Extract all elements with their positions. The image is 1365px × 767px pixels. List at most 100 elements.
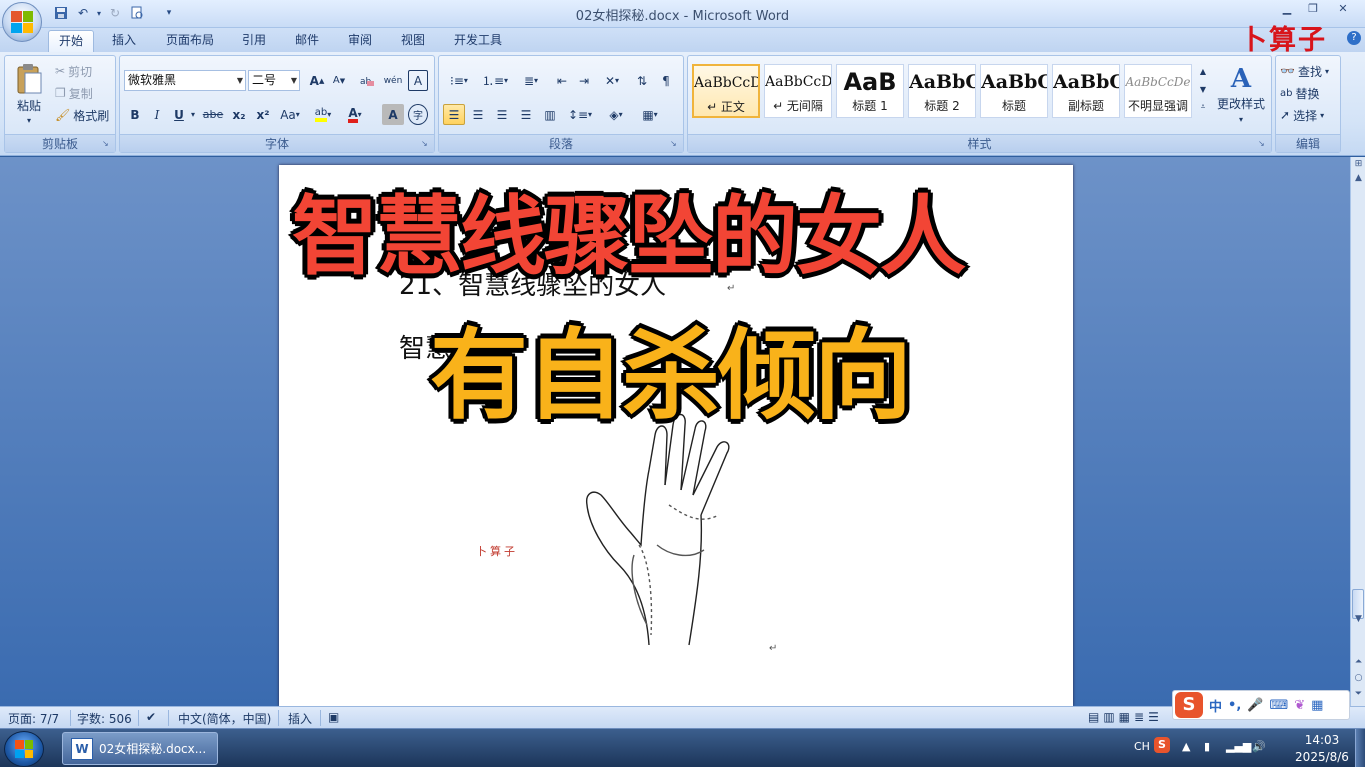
replace-button[interactable]: ab 替换	[1280, 82, 1320, 104]
font-color-button[interactable]: A ▾	[342, 104, 368, 125]
distributed-button[interactable]: ▥	[539, 104, 561, 125]
office-button[interactable]	[2, 2, 42, 42]
help-icon[interactable]: ?	[1347, 31, 1361, 45]
restore-icon[interactable]: ❐	[1302, 2, 1324, 18]
dialog-launcher-icon[interactable]: ↘	[1258, 139, 1268, 149]
change-styles-button[interactable]: A 更改样式 ▾	[1212, 62, 1270, 128]
skin-icon[interactable]: ❦	[1294, 698, 1305, 713]
tab-references[interactable]: 引用	[232, 30, 276, 52]
network-icon[interactable]: ▂▄▆	[1226, 740, 1251, 753]
copy-button[interactable]: ❐ 复制	[55, 82, 93, 104]
italic-button[interactable]: I	[146, 104, 168, 125]
select-button[interactable]: ➚ 选择 ▾	[1280, 104, 1324, 126]
subscript-button[interactable]: x₂	[228, 104, 250, 125]
tab-page-layout[interactable]: 页面布局	[156, 30, 224, 52]
volume-icon[interactable]: 🔊	[1252, 740, 1266, 753]
macro-record-icon[interactable]: ▣	[328, 710, 339, 724]
insert-mode[interactable]: 插入	[288, 710, 312, 727]
style-normal[interactable]: AaBbCcD ↵ 正文	[692, 64, 760, 118]
borders-button[interactable]: ▦ ▾	[635, 104, 665, 125]
cut-button[interactable]: ✂ 剪切	[55, 60, 92, 82]
ime-language[interactable]: 中	[1209, 696, 1222, 715]
keyboard-icon[interactable]: ⌨	[1269, 698, 1288, 713]
close-icon[interactable]: ✕	[1332, 2, 1354, 18]
grow-font-button[interactable]: A ▲	[306, 70, 328, 91]
styles-scroll-up-icon[interactable]: ▲	[1196, 62, 1210, 80]
numbering-button[interactable]: ⒈≡ ▾	[479, 70, 511, 91]
show-marks-button[interactable]: ¶	[655, 70, 677, 91]
ruler-toggle-icon[interactable]: ⊞	[1353, 159, 1364, 170]
paste-button[interactable]: 粘贴 ▾	[9, 60, 49, 128]
align-center-button[interactable]: ☰	[467, 104, 489, 125]
style-subtle-emphasis[interactable]: AaBbCcDe 不明显强调	[1124, 64, 1192, 118]
style-subtitle[interactable]: AaBbC 副标题	[1052, 64, 1120, 118]
highlight-button[interactable]: ab ▾	[310, 104, 336, 125]
change-case-button[interactable]: Aa ▾	[276, 104, 304, 125]
word-count[interactable]: 字数: 506	[77, 710, 132, 727]
superscript-button[interactable]: x²	[252, 104, 274, 125]
microphone-icon[interactable]: 🎤	[1247, 698, 1263, 713]
underline-dropdown-icon[interactable]: ▾	[188, 104, 198, 125]
justify-button[interactable]: ☰	[515, 104, 537, 125]
strikethrough-button[interactable]: abe	[202, 104, 224, 125]
tab-developer[interactable]: 开发工具	[444, 30, 512, 52]
phonetic-guide-button[interactable]: wén	[382, 70, 404, 91]
ime-toolbar[interactable]: S 中 •, 🎤 ⌨ ❦ ▦	[1172, 690, 1350, 720]
bold-button[interactable]: B	[124, 104, 146, 125]
proofing-icon[interactable]: ✔	[146, 710, 156, 724]
tab-home[interactable]: 开始	[48, 30, 95, 52]
align-left-button[interactable]: ☰	[443, 104, 465, 125]
style-heading-1[interactable]: AaB 标题 1	[836, 64, 904, 118]
chinese-layout-button[interactable]: ✕ ▾	[597, 70, 627, 91]
tab-review[interactable]: 审阅	[338, 30, 382, 52]
page-count[interactable]: 页面: 7/7	[8, 710, 59, 727]
language-indicator[interactable]: 中文(简体，中国)	[178, 710, 271, 727]
multilevel-list-button[interactable]: ≣ ▾	[515, 70, 547, 91]
sogou-tray-icon[interactable]: S	[1154, 737, 1170, 753]
sort-button[interactable]: ⇅	[631, 70, 653, 91]
ime-punctuation[interactable]: •,	[1228, 698, 1241, 713]
styles-scroll-down-icon[interactable]: ▼	[1196, 80, 1210, 98]
dialog-launcher-icon[interactable]: ↘	[102, 139, 112, 149]
decrease-indent-button[interactable]: ⇤	[551, 70, 573, 91]
bullets-button[interactable]: ⁝≡ ▾	[443, 70, 475, 91]
tab-mailings[interactable]: 邮件	[285, 30, 329, 52]
toolbox-icon[interactable]: ▦	[1311, 698, 1323, 713]
browse-object-icon[interactable]: ○	[1353, 673, 1364, 684]
character-shading-button[interactable]: A	[382, 104, 404, 125]
increase-indent-button[interactable]: ⇥	[573, 70, 595, 91]
dialog-launcher-icon[interactable]: ↘	[670, 139, 680, 149]
vertical-scrollbar[interactable]: ⊞ ▲ ▼ ⏶ ○ ⏷	[1350, 157, 1365, 706]
tray-expand-icon[interactable]: ▲	[1182, 740, 1190, 753]
minimize-icon[interactable]: ▁	[1276, 2, 1298, 18]
clock-time[interactable]: 14:03	[1300, 733, 1344, 747]
shading-button[interactable]: ◈ ▾	[601, 104, 631, 125]
clock-date[interactable]: 2025/8/6	[1290, 750, 1354, 764]
line-spacing-button[interactable]: ↕≡ ▾	[565, 104, 595, 125]
format-painter-button[interactable]: 🖌 格式刷	[55, 104, 109, 126]
shrink-font-button[interactable]: A ▼	[328, 70, 350, 91]
previous-page-icon[interactable]: ⏶	[1353, 657, 1364, 668]
tab-insert[interactable]: 插入	[102, 30, 146, 52]
styles-more-icon[interactable]: ⩡	[1196, 98, 1210, 116]
scroll-down-icon[interactable]: ▼	[1353, 614, 1364, 625]
tab-view[interactable]: 视图	[391, 30, 435, 52]
enclose-characters-button[interactable]: 字	[408, 104, 428, 125]
next-page-icon[interactable]: ⏷	[1353, 689, 1364, 700]
scroll-up-icon[interactable]: ▲	[1353, 173, 1364, 184]
start-button[interactable]	[4, 731, 44, 767]
find-button[interactable]: 👓 查找 ▾	[1280, 60, 1329, 82]
taskbar-word-window[interactable]: W 02女相探秘.docx...	[62, 732, 218, 765]
dialog-launcher-icon[interactable]: ↘	[421, 139, 431, 149]
align-right-button[interactable]: ☰	[491, 104, 513, 125]
underline-button[interactable]: U	[168, 104, 190, 125]
tray-language[interactable]: CH	[1134, 740, 1150, 753]
view-buttons[interactable]: ▤▥▦≣☰	[1088, 710, 1163, 724]
clear-format-button[interactable]: ab	[356, 70, 378, 91]
character-border-button[interactable]: A	[408, 70, 428, 91]
font-name-combo[interactable]: 微软雅黑 ▼	[124, 70, 246, 91]
style-no-spacing[interactable]: AaBbCcD ↵ 无间隔	[764, 64, 832, 118]
font-size-combo[interactable]: 二号 ▼	[248, 70, 300, 91]
show-desktop-button[interactable]	[1355, 729, 1365, 767]
style-heading-2[interactable]: AaBbC 标题 2	[908, 64, 976, 118]
